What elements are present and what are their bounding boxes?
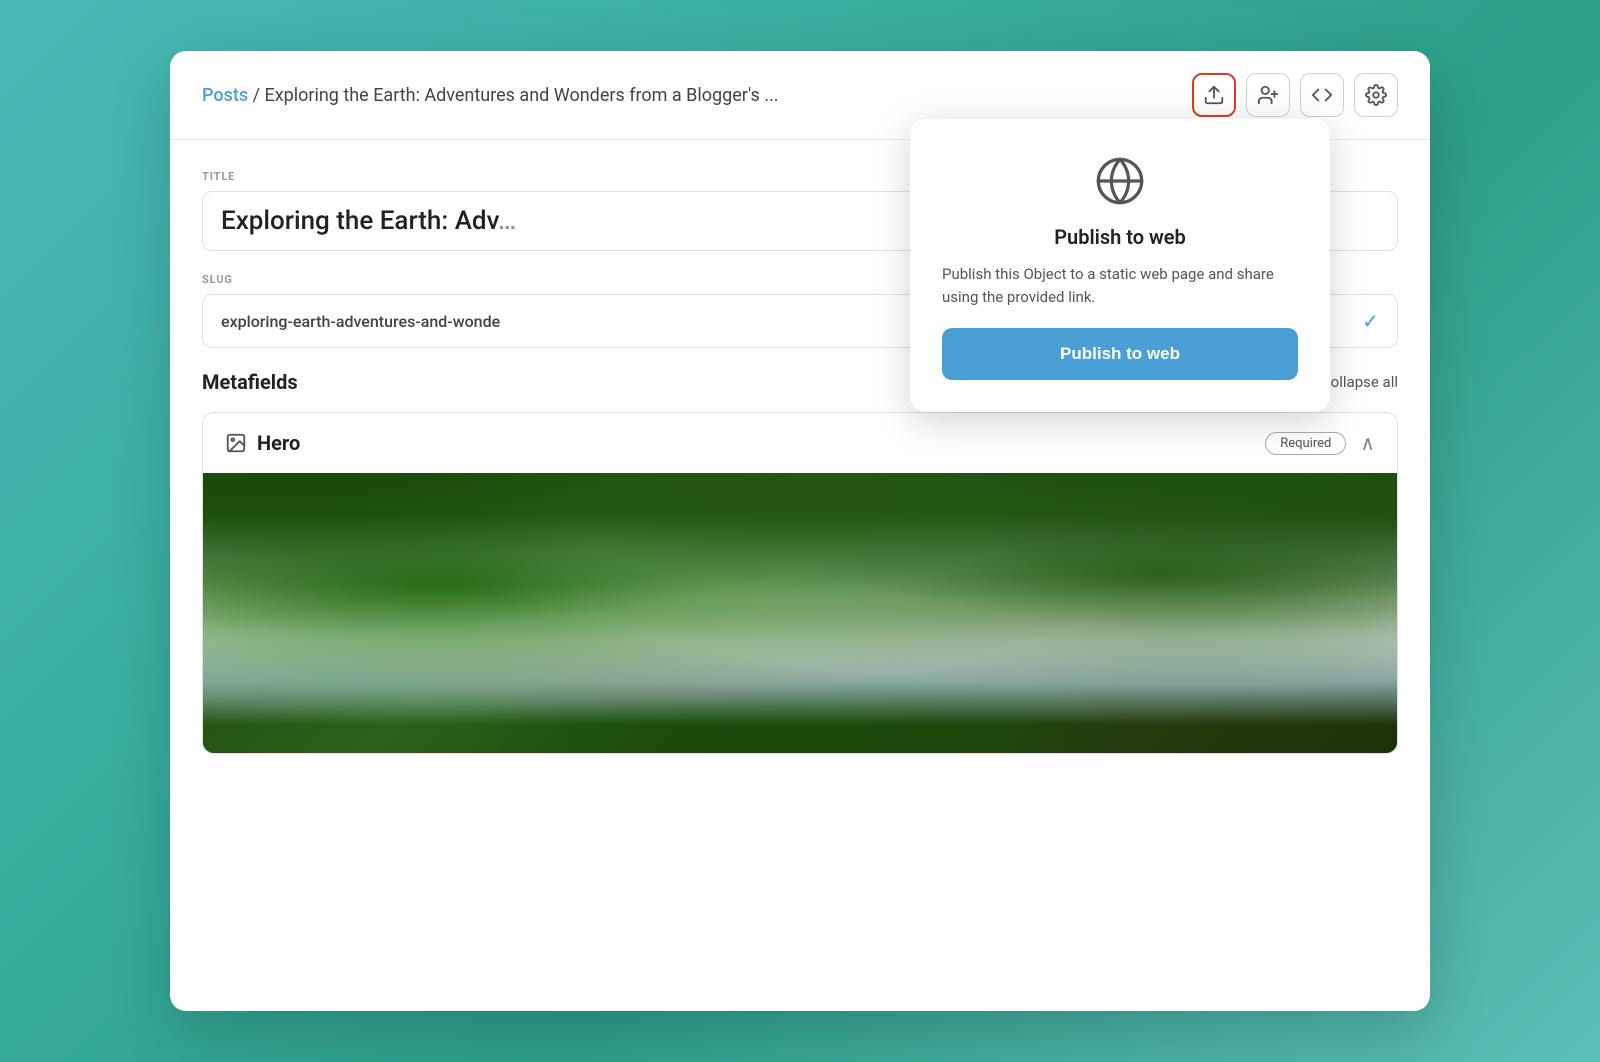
breadcrumb-page-title: Exploring the Earth: Adventures and Wond… — [264, 85, 778, 106]
popup-title: Publish to web — [1054, 225, 1186, 249]
user-plus-icon — [1257, 84, 1279, 106]
collapse-label: Collapse all — [1321, 373, 1398, 391]
slug-value: exploring-earth-adventures-and-wonde — [221, 312, 500, 331]
globe-icon — [1094, 155, 1146, 207]
header-actions — [1192, 73, 1398, 117]
breadcrumb: Posts / Exploring the Earth: Adventures … — [202, 85, 1180, 106]
publish-to-web-action-button[interactable]: Publish to web — [942, 328, 1298, 380]
hero-card-title-group: Hero — [225, 431, 300, 455]
popup-description: Publish this Object to a static web page… — [942, 263, 1298, 308]
hero-card-header: Hero Required ∧ — [203, 413, 1397, 473]
code-icon — [1311, 84, 1333, 106]
image-icon — [225, 432, 247, 454]
main-card: Posts / Exploring the Earth: Adventures … — [170, 51, 1430, 1011]
publish-to-web-button[interactable] — [1192, 73, 1236, 117]
collapse-chevron-icon[interactable]: ∧ — [1360, 431, 1375, 455]
breadcrumb-posts-link[interactable]: Posts — [202, 85, 248, 106]
hero-title: Hero — [257, 431, 300, 455]
slug-check-icon: ✓ — [1362, 309, 1379, 333]
settings-button[interactable] — [1354, 73, 1398, 117]
metafields-title: Metafields — [202, 370, 298, 394]
publish-popup: Publish to web Publish this Object to a … — [910, 119, 1330, 412]
code-button[interactable] — [1300, 73, 1344, 117]
settings-icon — [1365, 84, 1387, 106]
required-badge: Required — [1265, 432, 1346, 455]
title-value: Exploring the Earth: Adv… — [221, 206, 516, 236]
hero-card: Hero Required ∧ — [202, 412, 1398, 754]
hero-image — [203, 473, 1397, 753]
add-user-button[interactable] — [1246, 73, 1290, 117]
hero-image-inner — [203, 473, 1397, 753]
upload-icon — [1203, 84, 1225, 106]
breadcrumb-separator: / — [253, 85, 265, 106]
